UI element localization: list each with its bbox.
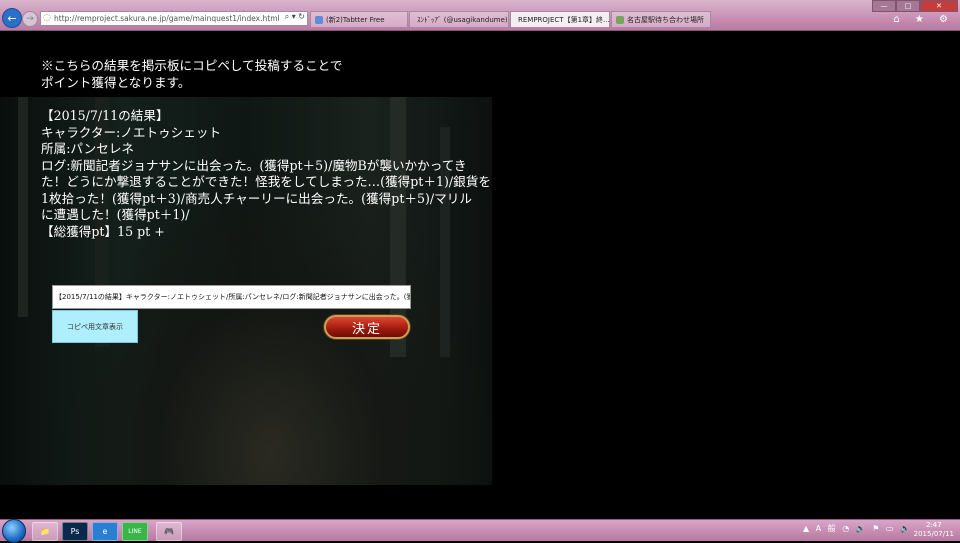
back-arrow-icon: ← bbox=[7, 11, 17, 25]
home-favorites-settings-icons[interactable]: ⌂ ★ ⚙ bbox=[893, 14, 954, 25]
decide-button[interactable]: 決定 bbox=[324, 315, 410, 339]
tab-favicon-icon bbox=[616, 15, 624, 24]
game-app-icon[interactable]: 🎮 bbox=[156, 522, 182, 541]
tree-trunk bbox=[18, 97, 28, 317]
result-line: キャラクター:ノエトゥシェット bbox=[41, 124, 222, 140]
maximize-button[interactable]: □ bbox=[896, 0, 920, 12]
line-app-icon[interactable]: LINE bbox=[122, 522, 148, 541]
internet-explorer-icon[interactable]: e bbox=[92, 522, 118, 541]
result-line: た！どうにか撃退することができた！怪我をしてしまった…(獲得pt＋1)/銀貨を bbox=[41, 174, 491, 189]
total-points-line: 【総獲得pt】15 pt + bbox=[41, 223, 165, 239]
result-line: 【2015/7/11の結果】 bbox=[41, 108, 169, 123]
window-controls: — □ ✕ bbox=[872, 0, 958, 12]
browser-chrome: ← → ◌ http://remproject.sakura.ne.jp/gam… bbox=[0, 0, 960, 31]
result-text: 【2015/7/11の結果】 キャラクター:ノエトゥシェット 所属:パンセレネ … bbox=[41, 108, 491, 240]
result-line: 所属:パンセレネ bbox=[41, 141, 135, 156]
forward-button[interactable]: → bbox=[22, 11, 38, 27]
intro-line: ポイント獲得となります。 bbox=[41, 74, 191, 90]
copy-display-button[interactable]: コピペ用文章表示 bbox=[52, 310, 138, 343]
photoshop-icon[interactable]: Ps bbox=[62, 522, 88, 541]
intro-text: ※こちらの結果を掲示板にコピペして投稿することで ポイント獲得となります。 bbox=[41, 58, 343, 91]
close-window-button[interactable]: ✕ bbox=[920, 0, 958, 12]
page-content: ※こちらの結果を掲示板にコピペして投稿することで ポイント獲得となります。 【2… bbox=[0, 31, 960, 519]
address-bar[interactable]: ◌ http://remproject.sakura.ne.jp/game/ma… bbox=[40, 11, 308, 26]
clock[interactable]: 2:47 2015/07/11 bbox=[914, 521, 954, 539]
back-button[interactable]: ← bbox=[2, 8, 22, 28]
taskbar: 📁 Ps e LINE 🎮 ▲ A 般 ◔ 🔊 ⚑ ▭ 🔈 2:47 2015/… bbox=[0, 519, 960, 543]
tab-nagoya[interactable]: 名古屋駅待ち合わせ場所 bbox=[611, 11, 711, 27]
page-icon: ◌ bbox=[43, 13, 51, 23]
result-line: に遭遇した！(獲得pt＋1)/ bbox=[41, 207, 190, 222]
tab-twitter[interactable]: ｽﾝﾄﾞｯｱﾞ (@usagikandume)さ... bbox=[409, 11, 509, 27]
start-button[interactable] bbox=[2, 519, 26, 543]
file-explorer-icon[interactable]: 📁 bbox=[32, 522, 58, 541]
forward-arrow-icon: → bbox=[26, 14, 34, 24]
clock-date: 2015/07/11 bbox=[913, 530, 954, 538]
tab-label: 名古屋駅待ち合わせ場所 bbox=[627, 15, 704, 24]
tab-label: (新2)Tabtter Free bbox=[326, 15, 385, 24]
address-url[interactable]: http://remproject.sakura.ne.jp/game/main… bbox=[54, 14, 280, 23]
tab-favicon-icon bbox=[315, 15, 323, 24]
tab-tabtter[interactable]: (新2)Tabtter Free bbox=[310, 11, 408, 27]
tab-remproject[interactable]: REMPROJECT【第1章】終... ✕ bbox=[510, 11, 610, 27]
clock-time: 2:47 bbox=[925, 521, 942, 529]
address-tools-icons[interactable]: ⌕ ▾ ↻ bbox=[285, 12, 305, 22]
minimize-button[interactable]: — bbox=[872, 0, 896, 12]
result-line: ログ:新聞記者ジョナサンに出会った。(獲得pt＋5)/魔物Bが襲いかかってき bbox=[41, 157, 467, 173]
result-line: 1枚拾った！(獲得pt＋3)/商売人チャーリーに出会った。(獲得pt＋5)/マリ… bbox=[41, 190, 472, 206]
tab-label: REMPROJECT【第1章】終... bbox=[518, 15, 610, 24]
copy-text-field[interactable]: 【2015/7/11の結果】キャラクター:ノエトゥシェット/所属:パンセレネ/ロ… bbox=[52, 285, 411, 309]
system-tray-icons[interactable]: ▲ A 般 ◔ 🔊 ⚑ ▭ 🔈 bbox=[803, 523, 912, 534]
intro-line: ※こちらの結果を掲示板にコピペして投稿することで bbox=[41, 58, 343, 73]
tab-label: ｽﾝﾄﾞｯｱﾞ (@usagikandume)さ... bbox=[417, 15, 508, 24]
